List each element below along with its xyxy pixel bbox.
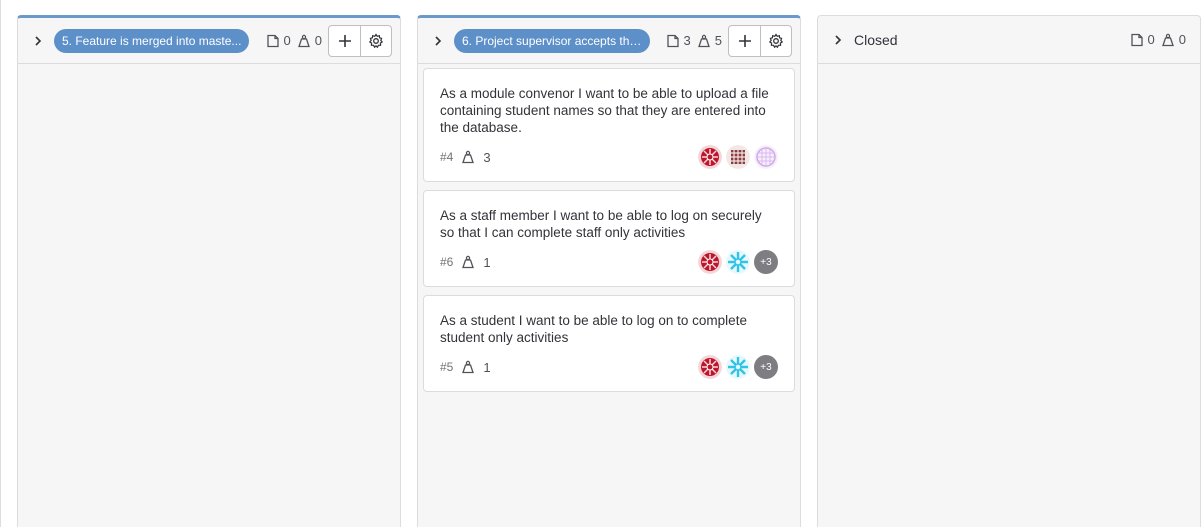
list-settings-button[interactable] bbox=[760, 25, 791, 56]
weight-icon bbox=[1161, 33, 1174, 46]
avatar[interactable] bbox=[726, 145, 750, 169]
card-list: As a module convenor I want to be able t… bbox=[418, 64, 800, 404]
weight-icon bbox=[297, 34, 310, 47]
weight-value: 3 bbox=[483, 149, 491, 165]
chevron-right-icon[interactable] bbox=[828, 30, 848, 50]
issue-board: 5. Feature is merged into maste... 0 0 6… bbox=[0, 0, 1203, 527]
weight-icon bbox=[697, 34, 710, 47]
weight-count: 5 bbox=[697, 33, 722, 48]
avatar[interactable] bbox=[698, 250, 722, 274]
issue-number: #4 bbox=[440, 150, 454, 164]
chevron-right-icon[interactable] bbox=[428, 31, 448, 51]
list-label[interactable]: 6. Project supervisor accepts the... bbox=[454, 28, 650, 53]
weight-count-value: 0 bbox=[314, 33, 322, 48]
board-list-feature-merged: 5. Feature is merged into maste... 0 0 bbox=[17, 15, 401, 527]
weight-icon bbox=[462, 255, 475, 269]
left-divider bbox=[0, 0, 1, 527]
issue-title[interactable]: As a module convenor I want to be able t… bbox=[440, 85, 778, 136]
assignee-avatars bbox=[698, 145, 778, 169]
weight-count: 0 bbox=[297, 33, 322, 48]
avatar[interactable] bbox=[726, 355, 750, 379]
weight-icon bbox=[462, 150, 475, 164]
list-label[interactable]: 5. Feature is merged into maste... bbox=[54, 28, 250, 53]
issue-meta: #5 1 +3 bbox=[440, 355, 778, 379]
add-issue-button[interactable] bbox=[329, 26, 360, 56]
weight-value: 1 bbox=[483, 359, 491, 375]
weight-count-value: 0 bbox=[1178, 32, 1186, 47]
list-counts: 3 5 bbox=[666, 33, 722, 48]
issue-number: #5 bbox=[440, 360, 454, 374]
issue-number: #6 bbox=[440, 255, 454, 269]
more-assignees-badge[interactable]: +3 bbox=[754, 355, 778, 379]
issues-icon bbox=[666, 34, 679, 47]
avatar[interactable] bbox=[726, 250, 750, 274]
issue-card[interactable]: As a student I want to be able to log on… bbox=[423, 295, 795, 392]
issues-icon bbox=[1130, 33, 1143, 46]
more-assignees-badge[interactable]: +3 bbox=[754, 250, 778, 274]
list-counts: 0 0 bbox=[1130, 32, 1186, 47]
issues-icon bbox=[266, 34, 279, 47]
avatar[interactable] bbox=[698, 145, 722, 169]
issue-count-value: 0 bbox=[283, 33, 291, 48]
weight-icon bbox=[462, 360, 475, 374]
add-issue-button[interactable] bbox=[729, 26, 760, 56]
issue-meta: #4 3 bbox=[440, 145, 778, 169]
issue-count-value: 3 bbox=[683, 33, 691, 48]
list-header: 6. Project supervisor accepts the... 3 5 bbox=[418, 18, 800, 64]
issue-count: 0 bbox=[266, 33, 291, 48]
issue-title[interactable]: As a student I want to be able to log on… bbox=[440, 312, 778, 346]
list-settings-button[interactable] bbox=[360, 25, 391, 56]
avatar[interactable] bbox=[698, 355, 722, 379]
issue-card[interactable]: As a staff member I want to be able to l… bbox=[423, 190, 795, 287]
weight-count-value: 5 bbox=[714, 33, 722, 48]
board-list-supervisor-accepts: 6. Project supervisor accepts the... 3 5 bbox=[417, 15, 801, 527]
issue-meta: #6 1 +3 bbox=[440, 250, 778, 274]
issue-weight: 1 bbox=[461, 359, 491, 375]
issue-weight: 1 bbox=[461, 254, 491, 270]
plus-icon bbox=[338, 34, 351, 47]
avatar[interactable] bbox=[754, 145, 778, 169]
list-title: Closed bbox=[854, 31, 898, 48]
plus-icon bbox=[738, 34, 751, 47]
board-list-closed: Closed 0 0 bbox=[817, 15, 1201, 527]
issue-count: 3 bbox=[666, 33, 691, 48]
list-header: 5. Feature is merged into maste... 0 0 bbox=[18, 18, 400, 64]
weight-value: 1 bbox=[483, 254, 491, 270]
issue-weight: 3 bbox=[461, 149, 491, 165]
list-actions bbox=[728, 24, 792, 57]
gear-icon bbox=[768, 32, 784, 48]
issue-title[interactable]: As a staff member I want to be able to l… bbox=[440, 207, 778, 241]
weight-count: 0 bbox=[1161, 32, 1186, 47]
issue-count: 0 bbox=[1130, 32, 1155, 47]
assignee-avatars: +3 bbox=[698, 355, 778, 379]
list-counts: 0 0 bbox=[266, 33, 322, 48]
issue-card[interactable]: As a module convenor I want to be able t… bbox=[423, 68, 795, 182]
issue-count-value: 0 bbox=[1147, 32, 1155, 47]
assignee-avatars: +3 bbox=[698, 250, 778, 274]
gear-icon bbox=[368, 32, 384, 48]
chevron-right-icon[interactable] bbox=[28, 31, 48, 51]
list-actions bbox=[328, 24, 392, 57]
list-header: Closed 0 0 bbox=[818, 16, 1200, 64]
